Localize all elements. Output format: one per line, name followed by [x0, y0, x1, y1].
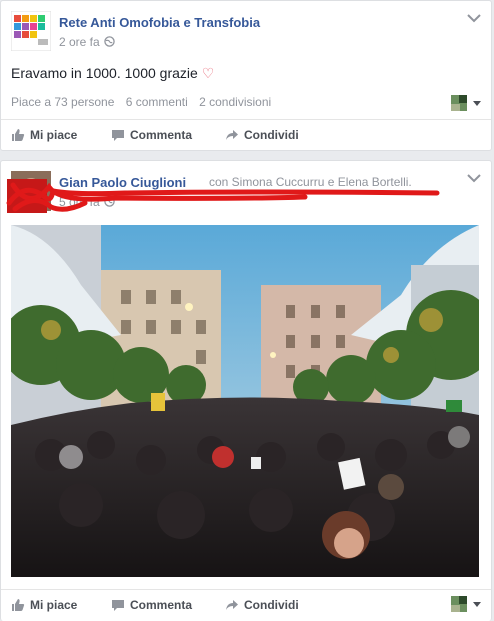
like-label: Mi piace [30, 128, 78, 142]
comment-label: Commenta [130, 598, 193, 612]
chevron-down-icon[interactable] [467, 13, 481, 23]
viewer-avatar[interactable] [451, 95, 467, 111]
thumbs-up-icon [12, 129, 25, 141]
likes-count-link[interactable]: Piace a 73 persone [11, 95, 114, 109]
share-button[interactable]: Condividi [225, 128, 299, 142]
share-label: Condividi [244, 598, 299, 612]
share-button[interactable]: Condividi [225, 598, 299, 612]
shares-count-link[interactable]: 2 condivisioni [199, 95, 271, 109]
action-bar: Mi piace Commenta Condividi [1, 589, 491, 621]
caret-down-icon[interactable] [473, 602, 481, 607]
redaction-scribble [6, 179, 440, 213]
comment-icon [112, 130, 124, 141]
timestamp-text[interactable]: 2 ore fa [59, 35, 100, 49]
like-button[interactable]: Mi piace [11, 598, 77, 612]
share-icon [226, 130, 238, 140]
post-text: Eravamo in 1000. 1000 grazie ♡ [11, 65, 214, 82]
action-bar: Mi piace Commenta Condividi [1, 119, 491, 151]
page-name-link[interactable]: Rete Anti Omofobia e Transfobia [59, 15, 260, 30]
globe-icon [103, 36, 115, 50]
like-button[interactable]: Mi piace [11, 128, 77, 142]
post-timestamp[interactable]: 2 ore fa [59, 35, 115, 50]
heart-emoji: ♡ [201, 65, 215, 81]
caret-down-icon[interactable] [473, 101, 481, 106]
viewer-avatar[interactable] [451, 596, 467, 612]
thumbs-up-icon [12, 599, 25, 611]
post-photo[interactable] [11, 225, 479, 577]
share-icon [226, 600, 238, 610]
post-stats: Piace a 73 persone 6 commenti 2 condivis… [11, 95, 279, 109]
post-card: Rete Anti Omofobia e Transfobia 2 ore fa… [0, 0, 492, 151]
post-card: Gian Paolo Ciuglioni con Simona Cuccurru… [0, 160, 492, 621]
page-avatar[interactable] [11, 11, 51, 51]
comment-button[interactable]: Commenta [111, 598, 192, 612]
comment-button[interactable]: Commenta [111, 128, 192, 142]
chevron-down-icon[interactable] [467, 173, 481, 183]
like-label: Mi piace [30, 598, 78, 612]
share-label: Condividi [244, 128, 299, 142]
post-text-content: Eravamo in 1000. 1000 grazie [11, 65, 198, 81]
comments-count-link[interactable]: 6 commenti [126, 95, 188, 109]
comment-label: Commenta [130, 128, 193, 142]
comment-icon [112, 600, 124, 611]
